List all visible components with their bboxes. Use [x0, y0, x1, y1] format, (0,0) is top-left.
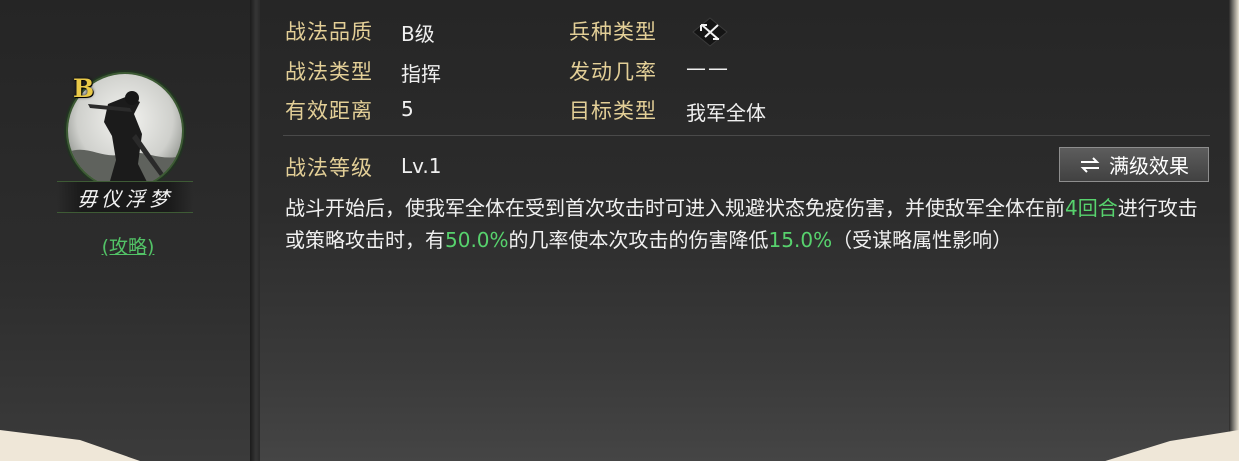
type-label: 战法类型 [285, 60, 373, 84]
level-value: Lv.1 [401, 154, 442, 178]
range-label: 有效距离 [285, 99, 373, 123]
description-text-3: 的几率使本次攻击的伤害降低 [508, 228, 769, 252]
max-level-effect-label: 满级效果 [1109, 154, 1189, 178]
description-text-4: （受谋略属性影响） [832, 228, 1013, 252]
strategy-guide-link[interactable]: (攻略) [88, 232, 168, 259]
skill-detail-panel: B 毋仪浮梦 (攻略) 战法品质 B级 兵种类型 战法类型 指挥 发动几率 ——… [0, 0, 1239, 461]
description-chance: 50.0% [445, 228, 509, 252]
quality-value: B级 [401, 22, 435, 46]
panel-bottom-edge [0, 430, 1239, 461]
skill-description: 战斗开始后，使我军全体在受到首次攻击时可进入规避状态免疫伤害，并使敌军全体在前4… [285, 192, 1213, 256]
description-reduction: 15.0% [768, 228, 833, 252]
description-rounds: 4回合 [1065, 196, 1118, 220]
range-value: 5 [401, 97, 414, 121]
hero-column [0, 0, 250, 461]
max-level-effect-button[interactable]: 满级效果 [1059, 147, 1209, 182]
column-divider [250, 0, 260, 461]
description-text-1: 战斗开始后，使我军全体在受到首次攻击时可进入规避状态免疫伤害，并使敌军全体在前 [285, 196, 1065, 220]
hero-name-plate: 毋仪浮梦 [57, 181, 193, 213]
section-divider [283, 135, 1210, 136]
grade-badge: B [73, 74, 95, 103]
trigger-rate-value: —— [686, 56, 730, 80]
crossed-bow-icon [692, 17, 728, 47]
quality-label: 战法品质 [285, 20, 373, 44]
type-value: 指挥 [401, 62, 441, 86]
unit-type-label: 兵种类型 [569, 20, 657, 44]
hero-name: 毋仪浮梦 [77, 186, 173, 211]
trigger-rate-label: 发动几率 [569, 60, 657, 84]
panel-edge [1229, 0, 1239, 461]
swap-arrows-icon [1080, 156, 1100, 173]
level-label: 战法等级 [285, 156, 373, 180]
target-label: 目标类型 [569, 99, 657, 123]
target-value: 我军全体 [686, 101, 766, 125]
